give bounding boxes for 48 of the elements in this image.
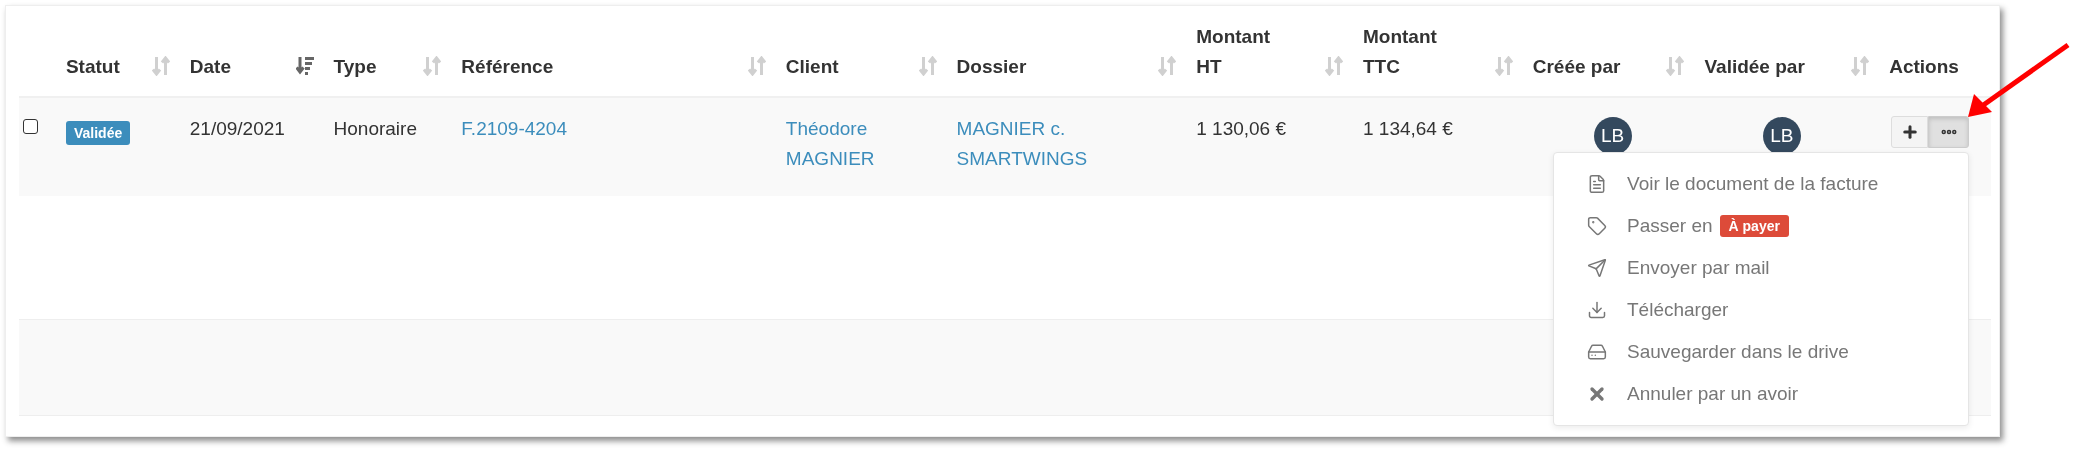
sort-icon[interactable] bbox=[747, 56, 766, 76]
dossier-link[interactable]: MAGNIER c. SMARTWINGS bbox=[956, 114, 1107, 174]
column-header: Type bbox=[333, 55, 377, 79]
menu-item[interactable]: Passer en À payer bbox=[1554, 205, 1968, 247]
column-header: Montant HT bbox=[1196, 25, 1271, 79]
table-cell: 1 130,06 € bbox=[1196, 118, 1287, 139]
more-button[interactable] bbox=[1928, 116, 1970, 148]
sort-descending-icon[interactable] bbox=[295, 56, 314, 76]
sort-icon[interactable] bbox=[1851, 56, 1870, 76]
column-header: Validée par bbox=[1704, 55, 1805, 79]
table-cell: 21/09/2021 bbox=[189, 118, 285, 139]
column-header: Référence bbox=[461, 55, 554, 79]
column-header: Montant TTC bbox=[1362, 25, 1437, 79]
menu-item[interactable]: Sauvegarder dans le drive bbox=[1554, 331, 1968, 373]
add-button[interactable] bbox=[1891, 116, 1929, 148]
column-header: Dossier bbox=[956, 55, 1027, 79]
plus-icon bbox=[1900, 123, 1919, 141]
column-header: Date bbox=[189, 55, 231, 79]
user-avatar: LB bbox=[1762, 117, 1801, 155]
reference-link[interactable]: F.2109-4204 bbox=[461, 118, 567, 139]
status-badge: Validée bbox=[65, 121, 131, 145]
sort-icon[interactable] bbox=[423, 56, 442, 76]
column-header: Créée par bbox=[1532, 55, 1621, 79]
sort-icon[interactable] bbox=[151, 56, 170, 76]
sort-icon[interactable] bbox=[1666, 56, 1685, 76]
menu-item[interactable]: Voir le document de la facture bbox=[1554, 163, 1968, 205]
column-header: Statut bbox=[65, 55, 120, 79]
row-checkbox[interactable] bbox=[23, 119, 38, 134]
menu-item[interactable]: Télécharger bbox=[1554, 289, 1968, 331]
client-link[interactable]: Théodore MAGNIER bbox=[785, 114, 886, 174]
sort-icon[interactable] bbox=[918, 56, 937, 76]
sort-icon[interactable] bbox=[1324, 56, 1343, 76]
column-header: Client bbox=[785, 55, 839, 79]
table-cell: 1 134,64 € bbox=[1362, 118, 1453, 139]
document-icon bbox=[1587, 174, 1607, 194]
sort-icon[interactable] bbox=[1158, 56, 1177, 76]
column-header: Actions bbox=[1889, 55, 1959, 79]
menu-item[interactable]: Envoyer par mail bbox=[1554, 247, 1968, 289]
close-icon bbox=[1587, 384, 1607, 404]
tag-icon bbox=[1587, 216, 1607, 236]
paper-plane-icon bbox=[1587, 258, 1607, 278]
download-icon bbox=[1587, 300, 1607, 320]
status-badge: À payer bbox=[1719, 215, 1789, 237]
user-avatar: LB bbox=[1593, 117, 1632, 155]
table-cell: Honoraire bbox=[333, 118, 417, 139]
menu-item[interactable]: Annuler par un avoir bbox=[1554, 373, 1968, 415]
drive-icon bbox=[1587, 342, 1607, 362]
sort-icon[interactable] bbox=[1494, 56, 1513, 76]
